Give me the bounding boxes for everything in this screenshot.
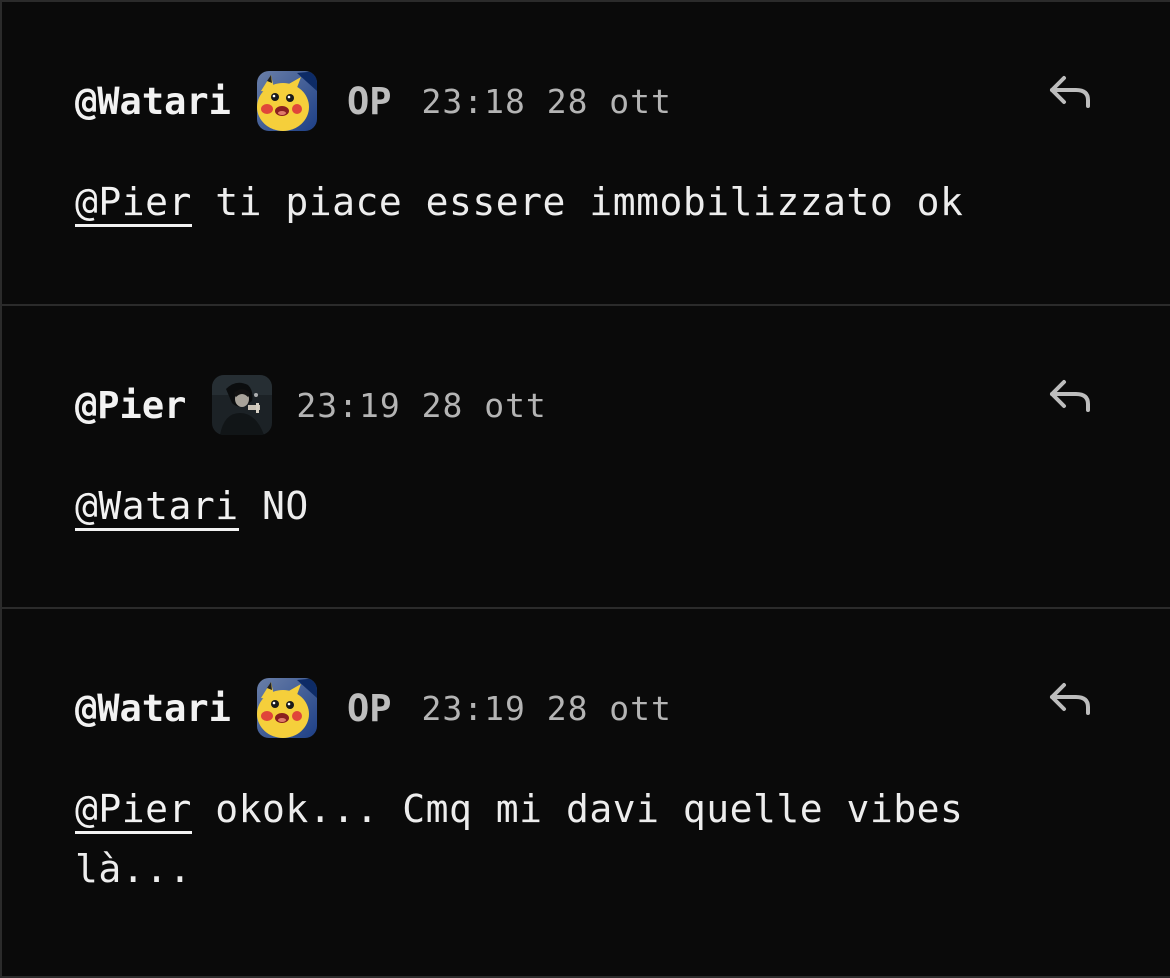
reply-arrow-icon[interactable]: [1048, 376, 1094, 416]
pikachu-avatar-icon[interactable]: [256, 71, 317, 131]
mention-link[interactable]: @Pier: [75, 180, 192, 227]
comment-body: @Watari NO: [75, 476, 1055, 536]
comment-thread: @Watari OP 23:18 28 ott @Pier ti piace e…: [0, 0, 1170, 978]
comment-text: ti piace essere immobilizzato ok: [191, 180, 964, 224]
comment-item: @Pier 23:19 28 ott @Watari NO: [2, 306, 1170, 609]
reply-arrow-icon[interactable]: [1048, 679, 1094, 719]
comment-body: @Pier ti piace essere immobilizzato ok: [75, 172, 1055, 232]
comment-header: @Watari: [75, 70, 672, 132]
dark-portrait-avatar-icon[interactable]: [212, 375, 273, 435]
mention-link[interactable]: @Watari: [75, 484, 239, 531]
comment-body: @Pier okok... Cmq mi davi quelle vibes l…: [75, 779, 1055, 899]
mention-link[interactable]: @Pier: [75, 787, 192, 834]
comment-timestamp: 23:19 28 ott: [421, 688, 672, 728]
comment-item: @Watari: [2, 2, 1170, 306]
comment-username[interactable]: @Watari: [75, 80, 231, 123]
comment-username[interactable]: @Pier: [75, 384, 186, 427]
comment-timestamp: 23:18 28 ott: [421, 81, 672, 121]
comment-header: @Pier 23:19 28 ott: [75, 374, 547, 436]
pikachu-avatar-icon[interactable]: [256, 678, 317, 738]
comment-username[interactable]: @Watari: [75, 687, 231, 730]
op-badge: OP: [346, 686, 392, 730]
comment-timestamp: 23:19 28 ott: [296, 385, 547, 425]
comment-text: okok... Cmq mi davi quelle vibes là...: [75, 787, 987, 891]
comment-header: @Watari: [75, 677, 672, 739]
op-badge: OP: [346, 79, 392, 123]
reply-arrow-icon[interactable]: [1048, 72, 1094, 112]
comment-item: @Watari: [2, 609, 1170, 968]
comment-text: NO: [238, 484, 309, 528]
